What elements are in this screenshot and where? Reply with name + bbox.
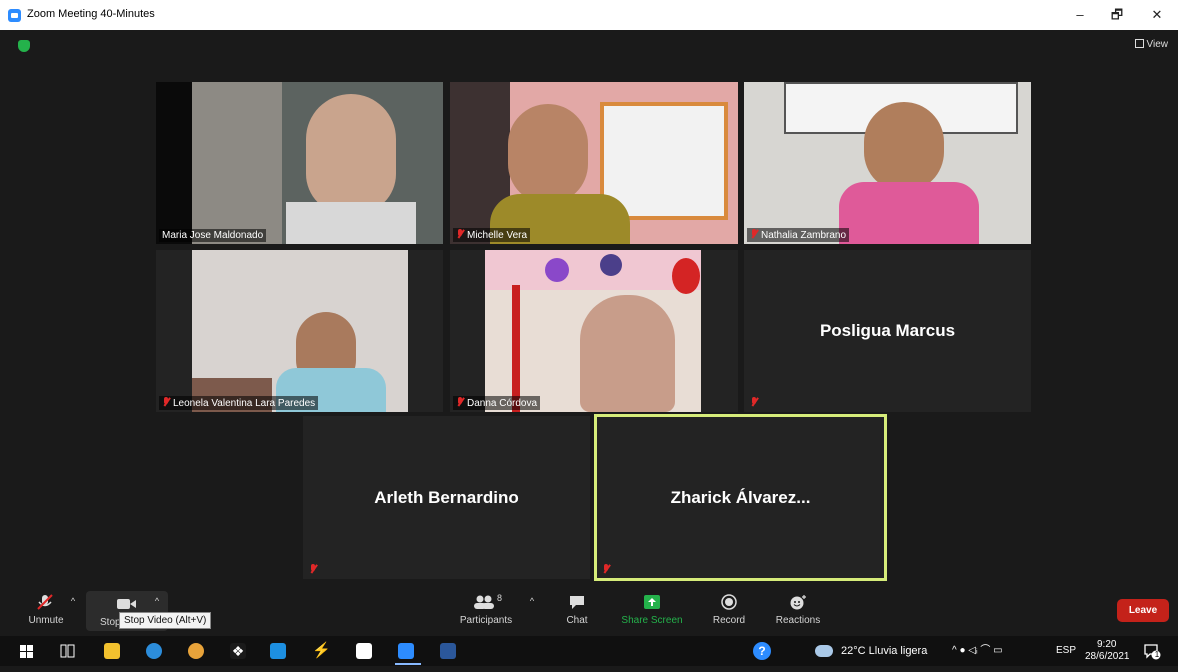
weather-cloud-icon	[815, 645, 833, 657]
muted-mic-icon	[162, 397, 170, 407]
system-tray-icons[interactable]: ^ ● ◁ᵢ ⌒ ▭	[952, 636, 1003, 666]
reactions-icon	[790, 595, 806, 610]
help-icon[interactable]: ?	[753, 642, 771, 660]
record-icon	[721, 594, 737, 610]
video-background	[485, 250, 701, 290]
clock-date[interactable]: 28/6/2021	[1085, 642, 1130, 672]
close-button[interactable]: ✕	[1141, 3, 1173, 27]
edge-browser-icon[interactable]	[146, 643, 162, 659]
muted-mic-icon	[750, 229, 758, 239]
participant-name: Zharick Álvarez...	[670, 487, 811, 507]
windows-taskbar: ❖ ⚡ ? 22°C Lluvia ligera ^ ● ◁ᵢ ⌒ ▭ ESP …	[0, 636, 1178, 666]
view-label: View	[1146, 39, 1169, 50]
reactions-button[interactable]: Reactions	[770, 594, 826, 626]
video-tile[interactable]: Michelle Vera	[450, 82, 738, 244]
chrome-browser-icon[interactable]	[188, 643, 204, 659]
muted-mic-icon	[456, 229, 464, 239]
participant-status	[599, 563, 616, 577]
participant-name-label: Michelle Vera	[453, 228, 531, 242]
zoom-app-icon	[8, 9, 21, 22]
window-titlebar: Zoom Meeting 40-Minutes – 🗗 ✕	[0, 0, 1178, 30]
participant-face	[864, 102, 944, 192]
chat-button[interactable]: Chat	[560, 594, 594, 626]
participant-name-label: Maria Jose Maldonado	[159, 229, 267, 242]
active-app-indicator	[395, 663, 421, 665]
video-tile[interactable]: Danna Córdova	[450, 250, 738, 412]
participants-options-caret[interactable]: ^	[527, 596, 537, 606]
balloon	[672, 258, 700, 294]
share-screen-button[interactable]: Share Screen	[618, 594, 686, 626]
mail-icon[interactable]	[270, 643, 286, 659]
participant-face	[580, 295, 675, 412]
minimize-button[interactable]: –	[1064, 3, 1096, 27]
encryption-shield-icon[interactable]	[18, 40, 30, 52]
file-explorer-icon[interactable]	[104, 643, 120, 659]
microsoft-store-icon[interactable]	[356, 643, 372, 659]
participant-name: Posligua Marcus	[819, 321, 956, 340]
window-title: Zoom Meeting 40-Minutes	[27, 8, 155, 20]
keyboard-language[interactable]: ESP	[1056, 636, 1076, 666]
participant-shirt	[286, 202, 416, 244]
participant-tile-active-speaker[interactable]: Zharick Álvarez...	[594, 414, 887, 581]
tooltip: Stop Video (Alt+V)	[119, 612, 212, 629]
participant-name-label: Danna Córdova	[453, 396, 541, 410]
grid-icon	[1134, 39, 1144, 48]
participants-count: 8	[497, 593, 503, 603]
video-options-caret[interactable]: ^	[152, 596, 162, 606]
record-button[interactable]: Record	[708, 594, 750, 626]
video-tile[interactable]: Nathalia Zambrano	[744, 82, 1031, 244]
video-tile[interactable]: Maria Jose Maldonado	[156, 82, 443, 244]
leave-button[interactable]: Leave	[1117, 599, 1169, 622]
participant-tile[interactable]: Posligua Marcus	[744, 250, 1031, 412]
video-tile[interactable]: Leonela Valentina Lara Paredes	[156, 250, 443, 412]
audio-options-caret[interactable]: ^	[68, 596, 78, 606]
weather-text[interactable]: 22°C Lluvia ligera	[841, 636, 927, 666]
power-automate-icon[interactable]: ⚡	[312, 643, 331, 659]
muted-mic-icon	[309, 564, 317, 574]
participants-button[interactable]: Participants	[452, 594, 520, 626]
windows-start-icon[interactable]	[20, 645, 33, 658]
balloon	[545, 258, 569, 282]
participant-status	[306, 563, 323, 577]
share-screen-icon	[644, 595, 660, 609]
word-icon[interactable]	[440, 643, 456, 659]
muted-mic-icon	[456, 397, 464, 407]
mic-muted-icon	[37, 594, 53, 610]
video-background	[156, 82, 192, 244]
participant-status	[747, 396, 764, 410]
task-view-icon[interactable]	[60, 644, 75, 658]
muted-mic-icon	[602, 564, 610, 574]
zoom-taskbar-icon[interactable]	[398, 643, 414, 659]
muted-mic-icon	[750, 397, 758, 407]
video-background	[192, 82, 282, 244]
video-camera-icon	[117, 599, 136, 609]
participant-name-label: Nathalia Zambrano	[747, 228, 850, 242]
participant-face	[306, 94, 396, 214]
participant-shirt	[839, 182, 979, 244]
participant-tile[interactable]: Arleth Bernardino	[303, 416, 590, 579]
dropbox-icon[interactable]: ❖	[230, 643, 246, 659]
balloon	[600, 254, 622, 276]
red-pole	[512, 285, 520, 412]
notification-count: 1	[1154, 650, 1160, 659]
participant-name: Arleth Bernardino	[374, 487, 519, 507]
view-button[interactable]: View	[1134, 39, 1169, 50]
participant-name-label: Leonela Valentina Lara Paredes	[159, 396, 319, 410]
maximize-button[interactable]: 🗗	[1101, 3, 1133, 27]
unmute-button[interactable]: Unmute	[24, 594, 68, 626]
chat-icon	[570, 596, 584, 609]
participant-face	[508, 104, 588, 204]
